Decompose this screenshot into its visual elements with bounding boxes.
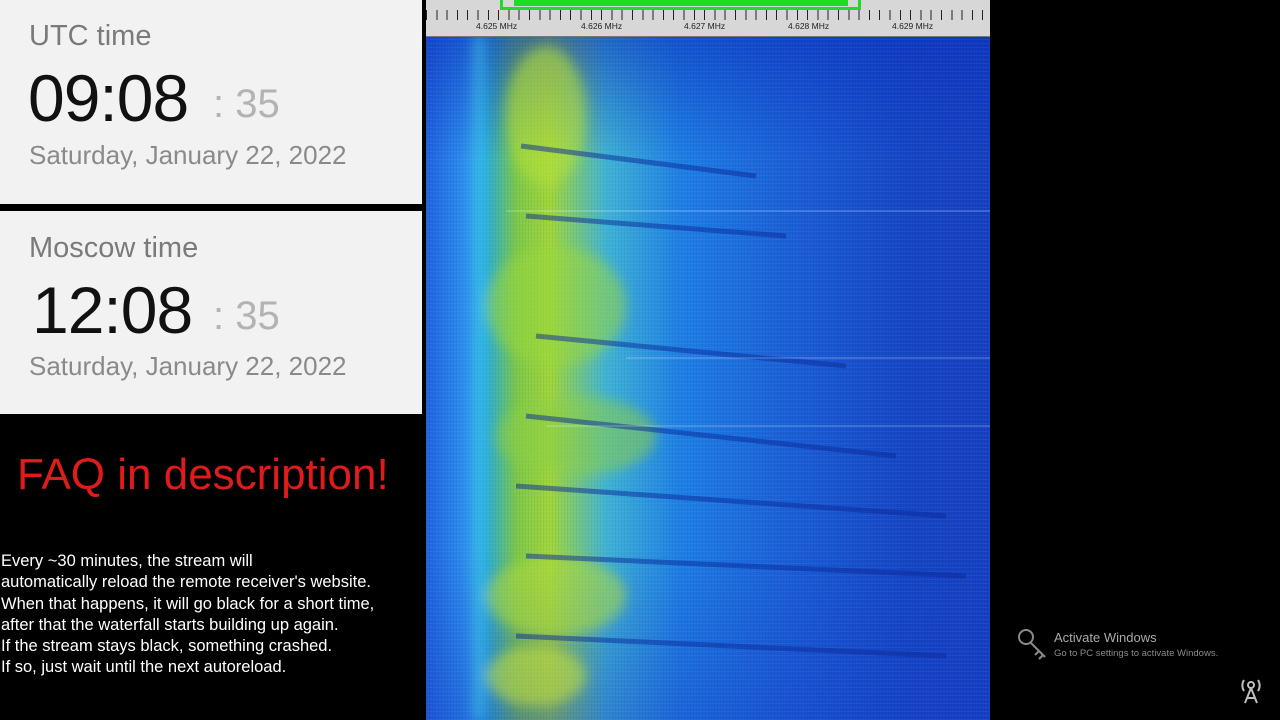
info-line: automatically reload the remote receiver…	[1, 573, 371, 592]
faq-banner: FAQ in description!	[17, 450, 389, 499]
ruler-ticks	[426, 10, 990, 20]
antenna-icon	[1241, 679, 1261, 704]
info-text: Every ~30 minutes, the stream will autom…	[1, 551, 421, 679]
moscow-date: Saturday, January 22, 2022	[29, 351, 347, 381]
freq-label: 4.629 MHz	[892, 21, 934, 31]
waterfall-streaks	[474, 36, 990, 720]
freq-label: 4.628 MHz	[788, 21, 830, 31]
activate-title: Activate Windows	[1054, 630, 1157, 645]
utc-label: UTC time	[29, 20, 152, 52]
key-icon	[1018, 629, 1046, 660]
moscow-clock-panel: Moscow time 12:08 : 35 Saturday, January…	[0, 211, 422, 414]
utc-seconds: : 35	[213, 82, 280, 126]
info-line: When that happens, it will go black for …	[1, 594, 375, 613]
frequency-ruler[interactable]: 4.625 MHz 4.626 MHz 4.627 MHz 4.628 MHz …	[426, 0, 990, 37]
moscow-seconds: : 35	[213, 294, 280, 338]
activate-subtitle: Go to PC settings to activate Windows.	[1054, 648, 1219, 659]
passband-marker[interactable]	[500, 0, 861, 10]
info-line: If so, just wait until the next autorelo…	[1, 658, 287, 677]
waterfall-display[interactable]: 4.625 MHz 4.626 MHz 4.627 MHz 4.628 MHz …	[426, 0, 990, 720]
freq-label: 4.627 MHz	[684, 21, 726, 31]
utc-date: Saturday, January 22, 2022	[29, 140, 347, 170]
moscow-label: Moscow time	[29, 232, 199, 264]
freq-label: 4.625 MHz	[476, 21, 518, 31]
moscow-hours-minutes: 12:08	[32, 273, 193, 347]
info-line: after that the waterfall starts building…	[1, 615, 339, 634]
freq-label: 4.626 MHz	[581, 21, 623, 31]
utc-hours-minutes: 09:08	[28, 61, 189, 135]
utc-clock-panel: UTC time 09:08 : 35 Saturday, January 22…	[0, 0, 422, 204]
info-line: If the stream stays black, something cra…	[1, 637, 333, 656]
info-line: Every ~30 minutes, the stream will	[1, 552, 253, 570]
